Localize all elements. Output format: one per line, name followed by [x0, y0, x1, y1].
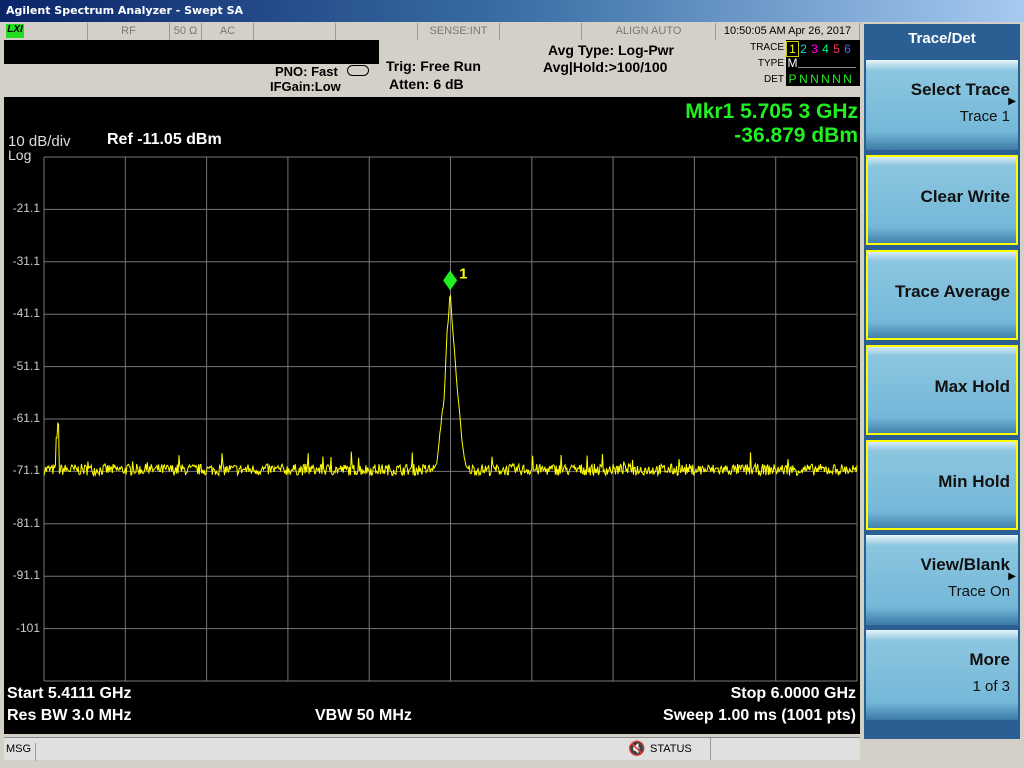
input-status: RF	[88, 23, 170, 40]
softkey-max-hold[interactable]: Max Hold	[866, 345, 1018, 435]
impedance-status: 50 Ω	[170, 23, 202, 40]
det-label: DET	[764, 74, 784, 85]
stop-frequency[interactable]: Stop 6.0000 GHz	[731, 685, 856, 703]
trace-5-detector: N	[832, 72, 841, 86]
trace-1-indicator[interactable]: 1	[786, 41, 799, 57]
softkey-label: Clear Write	[920, 187, 1010, 206]
datetime: 10:50:05 AM Apr 26, 2017	[716, 23, 860, 40]
message-area	[4, 40, 379, 64]
softkey-trace-average[interactable]: Trace Average	[866, 250, 1018, 340]
trace-6-detector: N	[843, 72, 852, 86]
avg-hold[interactable]: Avg|Hold:>100/100	[543, 59, 667, 75]
softkey-view-blank[interactable]: View/Blank Trace On ▶	[866, 535, 1018, 625]
sweep-time[interactable]: Sweep 1.00 ms (1001 pts)	[663, 707, 856, 725]
trace-2-detector: N	[799, 72, 808, 86]
window-title: Agilent Spectrum Analyzer - Swept SA	[0, 0, 1024, 22]
trace-4-detector: N	[821, 72, 830, 86]
trigger-setting[interactable]: Trig: Free Run	[386, 58, 481, 74]
trace-6-indicator[interactable]: 6	[842, 42, 853, 56]
ifgain-setting[interactable]: IFGain:Low	[270, 79, 341, 94]
spectrum-plot[interactable]: 1	[4, 97, 860, 734]
softkey-label: Trace Average	[895, 282, 1010, 301]
trace-table: 123456 M PNNNNN	[786, 40, 860, 86]
trace-1-detector: P	[788, 72, 797, 86]
softkey-sublabel: Trace On	[948, 583, 1010, 600]
trace-label: TRACE	[750, 42, 784, 53]
marker-number: 1	[459, 265, 467, 282]
avg-type[interactable]: Avg Type: Log-Pwr	[548, 42, 674, 58]
status-label[interactable]: STATUS	[650, 743, 692, 755]
softkey-label: Select Trace	[910, 80, 1010, 99]
speaker-muted-icon[interactable]: 🔇	[628, 740, 645, 757]
submenu-arrow-icon: ▶	[1008, 571, 1016, 582]
trace-3-detector: N	[810, 72, 819, 86]
softkey-label: More	[969, 650, 1010, 669]
message-bar: MSG 🔇 STATUS	[4, 737, 860, 761]
type-wave-icon	[798, 60, 856, 68]
pno-setting[interactable]: PNO: Fast	[275, 64, 338, 79]
align-status: ALIGN AUTO	[582, 23, 716, 40]
softkey-label: Max Hold	[934, 377, 1010, 396]
trace-3-indicator[interactable]: 3	[809, 42, 820, 56]
trace-4-indicator[interactable]: 4	[820, 42, 831, 56]
marker-diamond[interactable]	[443, 270, 458, 291]
status-bar: LXI RF 50 Ω AC SENSE:INT ALIGN AUTO 10:5…	[4, 23, 860, 40]
gate-icon	[347, 65, 369, 76]
trace-type: M	[787, 56, 798, 70]
spectrum-display: 10 dB/div Log Ref -11.05 dBm Mkr1 5.705 …	[4, 97, 860, 734]
softkey-select-trace[interactable]: Select Trace Trace 1 ▶	[866, 60, 1018, 150]
sense-status: SENSE:INT	[418, 23, 500, 40]
softkey-label: View/Blank	[920, 555, 1010, 574]
softkey-min-hold[interactable]: Min Hold	[866, 440, 1018, 530]
msg-label: MSG	[6, 743, 36, 761]
softkey-more[interactable]: More 1 of 3	[866, 630, 1018, 720]
resolution-bandwidth[interactable]: Res BW 3.0 MHz	[7, 707, 131, 725]
lxi-badge: LXI	[6, 24, 24, 38]
menu-title: Trace/Det	[908, 30, 976, 47]
trace-5-indicator[interactable]: 5	[831, 42, 842, 56]
start-frequency[interactable]: Start 5.4111 GHz	[7, 685, 132, 703]
softkey-sublabel: Trace 1	[959, 108, 1010, 125]
video-bandwidth[interactable]: VBW 50 MHz	[315, 707, 412, 725]
submenu-arrow-icon: ▶	[1008, 96, 1016, 107]
softkey-menu: Trace/Det Select Trace Trace 1 ▶ Clear Writ…	[864, 24, 1020, 739]
coupling-status: AC	[202, 23, 254, 40]
atten-setting[interactable]: Atten: 6 dB	[389, 76, 464, 92]
softkey-label: Min Hold	[938, 472, 1010, 491]
softkey-clear-write[interactable]: Clear Write	[866, 155, 1018, 245]
softkey-sublabel: 1 of 3	[972, 678, 1010, 695]
trace-2-indicator[interactable]: 2	[798, 42, 809, 56]
type-label: TYPE	[757, 58, 784, 69]
